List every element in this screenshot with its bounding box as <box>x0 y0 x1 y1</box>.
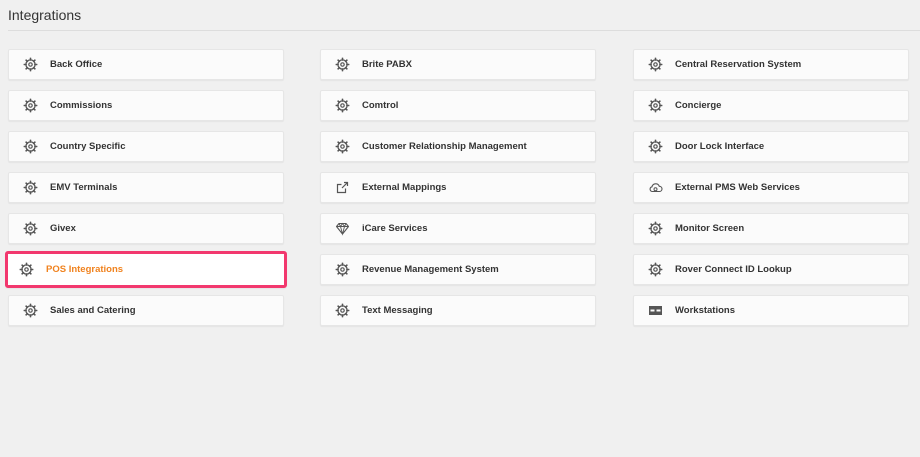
integration-label: Givex <box>50 223 76 234</box>
integration-tile-workstations[interactable]: Workstations <box>633 295 909 326</box>
integration-label: EMV Terminals <box>50 182 118 193</box>
integration-label: Sales and Catering <box>50 305 136 316</box>
integration-label: Customer Relationship Management <box>362 141 527 152</box>
gear-icon <box>23 303 38 318</box>
integration-label: Revenue Management System <box>362 264 499 275</box>
integration-tile-concierge[interactable]: Concierge <box>633 90 909 121</box>
integration-label: iCare Services <box>362 223 428 234</box>
integration-tile-brite-pabx[interactable]: Brite PABX <box>320 49 596 80</box>
integration-tile-sales-and-catering[interactable]: Sales and Catering <box>8 295 284 326</box>
integration-label: Country Specific <box>50 141 126 152</box>
diamond-icon <box>335 221 350 236</box>
external-link-icon <box>335 180 350 195</box>
integration-label: External PMS Web Services <box>675 182 800 193</box>
workstation-icon <box>648 303 663 318</box>
integration-label: Back Office <box>50 59 103 70</box>
gear-icon <box>335 262 350 277</box>
integration-tile-icare-services[interactable]: iCare Services <box>320 213 596 244</box>
gear-icon <box>335 98 350 113</box>
gear-icon <box>648 262 663 277</box>
gear-icon <box>648 98 663 113</box>
integration-label: Text Messaging <box>362 305 433 316</box>
integration-label: Central Reservation System <box>675 59 802 70</box>
gear-icon <box>648 57 663 72</box>
integration-tile-revenue-management-system[interactable]: Revenue Management System <box>320 254 596 285</box>
gear-icon <box>23 139 38 154</box>
page-title: Integrations <box>8 7 82 23</box>
integration-tile-rover-connect-id-lookup[interactable]: Rover Connect ID Lookup <box>633 254 909 285</box>
integration-tile-commissions[interactable]: Commissions <box>8 90 284 121</box>
gear-icon <box>23 180 38 195</box>
integration-label: POS Integrations <box>46 264 124 275</box>
integration-label: Rover Connect ID Lookup <box>675 264 792 275</box>
gear-icon <box>23 57 38 72</box>
integration-tile-external-mappings[interactable]: External Mappings <box>320 172 596 203</box>
gear-icon <box>23 98 38 113</box>
integration-tile-back-office[interactable]: Back Office <box>8 49 284 80</box>
title-divider <box>8 30 920 31</box>
integration-label: Commissions <box>50 100 113 111</box>
integration-label: Workstations <box>675 305 736 316</box>
gear-icon <box>648 221 663 236</box>
integration-tile-country-specific[interactable]: Country Specific <box>8 131 284 162</box>
integration-tile-givex[interactable]: Givex <box>8 213 284 244</box>
integration-label: External Mappings <box>362 182 447 193</box>
integration-tile-customer-relationship-management[interactable]: Customer Relationship Management <box>320 131 596 162</box>
gear-icon <box>335 303 350 318</box>
integration-tile-pos-integrations[interactable]: POS Integrations <box>5 251 287 288</box>
integration-tile-text-messaging[interactable]: Text Messaging <box>320 295 596 326</box>
integration-tile-central-reservation-system[interactable]: Central Reservation System <box>633 49 909 80</box>
gear-icon <box>648 139 663 154</box>
gear-icon <box>335 57 350 72</box>
gear-icon <box>335 139 350 154</box>
gear-icon <box>23 221 38 236</box>
integration-label: Door Lock Interface <box>675 141 765 152</box>
integration-tile-external-pms-web-services[interactable]: External PMS Web Services <box>633 172 909 203</box>
cloud-icon <box>648 180 663 195</box>
integration-tile-door-lock-interface[interactable]: Door Lock Interface <box>633 131 909 162</box>
integration-tile-emv-terminals[interactable]: EMV Terminals <box>8 172 284 203</box>
integration-label: Monitor Screen <box>675 223 745 234</box>
integration-tile-monitor-screen[interactable]: Monitor Screen <box>633 213 909 244</box>
integrations-page: Integrations Back Office Commissions Count… <box>0 0 920 457</box>
integration-label: Concierge <box>675 100 722 111</box>
integration-tile-comtrol[interactable]: Comtrol <box>320 90 596 121</box>
gear-icon <box>19 262 34 277</box>
integration-label: Brite PABX <box>362 59 412 70</box>
integration-label: Comtrol <box>362 100 399 111</box>
